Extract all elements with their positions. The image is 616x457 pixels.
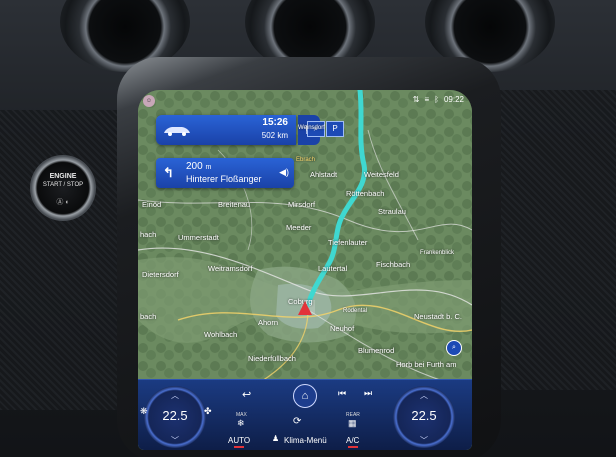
rear-defrost-icon[interactable]: ▦ xyxy=(348,418,357,429)
infotainment-screen: ☺ ⇅ ≡ ᛒ 09:22 15:26 502 km ⚑ ⌕ P ↰ 200 m… xyxy=(138,90,472,450)
map-label-neuhof: Neuhof xyxy=(330,324,355,333)
map-label-fischbach: Fischbach xyxy=(376,260,411,269)
front-defrost-icon[interactable]: ❄ xyxy=(237,418,245,429)
speaker-icon[interactable]: ◀) xyxy=(279,167,289,178)
map-label-ahorn: Ahorn xyxy=(258,318,279,327)
eta-time: 15:26 xyxy=(262,117,288,128)
map-label-mirsdorf: Mirsdorf xyxy=(288,200,316,209)
turn-left-icon: ↰ xyxy=(163,165,174,180)
right-temperature: 22.5 xyxy=(411,408,437,423)
previous-track-icon[interactable]: ⏮ xyxy=(338,388,346,399)
climate-bar: ︿ 22.5 ﹀ ❋ ✤ ↩ ⌂ ⏮ ⏭ MAX ❄ ⟳ REAR ▦ AUTO… xyxy=(138,379,472,450)
ac-indicator xyxy=(348,446,358,448)
map-label-einod: Einöd xyxy=(142,200,162,209)
map-label-weitesfeld: Weitesfeld xyxy=(364,170,399,179)
map-label-bach: bach xyxy=(140,312,157,321)
engine-label: ENGINE START / STOP xyxy=(30,173,96,189)
map-label-straulau: Straulau xyxy=(378,207,406,216)
engine-label-line1: ENGINE xyxy=(49,173,77,180)
temp-down-left-icon[interactable]: ﹀ xyxy=(144,435,206,446)
map-label-niederfuellbach: Niederfüllbach xyxy=(248,354,296,363)
map-label-meeder: Meeder xyxy=(286,223,312,232)
current-location-arrow xyxy=(298,301,312,315)
back-icon[interactable]: ↩ xyxy=(242,388,251,401)
engine-label-line2: START / STOP xyxy=(42,182,84,188)
map-label-horb: Horb bei Furth am xyxy=(396,360,457,369)
temp-up-right-icon[interactable]: ︿ xyxy=(393,390,455,401)
signal-icon: ≡ xyxy=(424,95,430,104)
turn-distance: 200 m xyxy=(186,161,211,172)
map-label-bluemenrod: Blumenrod xyxy=(358,346,395,355)
left-temperature: 22.5 xyxy=(162,408,188,423)
auto-button[interactable]: AUTO xyxy=(228,436,250,445)
map-label-roettenbach: Röttenbach xyxy=(346,189,385,198)
map-label-frankenblick: Frankenblick xyxy=(420,250,455,256)
map-label-weitramsdorf: Weitramsdorf xyxy=(208,264,253,273)
turn-guidance-card[interactable]: ↰ 200 m Hinterer Floßanger ◀) xyxy=(156,158,294,188)
engine-sub-icons: Ⓐ ◐ xyxy=(56,199,70,206)
clock: 09:22 xyxy=(443,95,464,104)
car-interior: ENGINE START / STOP Ⓐ ◐ ☺ ⇅ ≡ ᛒ 09:22 15… xyxy=(0,0,616,457)
map-label-dietersdorf: Dietersdorf xyxy=(142,270,179,279)
map-label-weinsdorf: Weinsdorf xyxy=(298,125,325,131)
climate-person-icon: ♟ xyxy=(272,434,280,443)
right-temperature-knob[interactable]: ︿ 22.5 ﹀ xyxy=(393,386,455,448)
ac-button[interactable]: A/C xyxy=(346,436,359,445)
navigation-status-icon: ⇅ xyxy=(412,95,420,104)
map-label-neustadt: Neustadt b. C. xyxy=(414,312,462,321)
map-label-lautertal: Lautertal xyxy=(318,264,348,273)
parking-icon[interactable]: P xyxy=(326,121,344,137)
turn-distance-value: 200 xyxy=(186,161,203,172)
fan-left-icon[interactable]: ✤ xyxy=(204,406,212,417)
temp-down-right-icon[interactable]: ﹀ xyxy=(393,435,455,446)
recirculation-icon[interactable]: ⟳ xyxy=(293,416,301,427)
engine-start-stop-button[interactable]: ENGINE START / STOP Ⓐ ◐ xyxy=(30,155,96,221)
route-summary-card[interactable]: 15:26 502 km xyxy=(156,115,296,145)
left-temperature-knob[interactable]: ︿ 22.5 ﹀ xyxy=(144,386,206,448)
map-label-wohlbach: Wohlbach xyxy=(204,330,238,339)
map-label-ebrach: Ebrach xyxy=(296,157,316,163)
street-name: Hinterer Floßanger xyxy=(186,174,262,184)
map-label-rodental: Rodental xyxy=(343,308,368,314)
map-label-ummerstadt: Ummerstadt xyxy=(178,233,219,242)
temp-up-left-icon[interactable]: ︿ xyxy=(144,390,206,401)
remaining-distance: 502 km xyxy=(261,131,288,140)
poi-search-icon[interactable]: ⌕ xyxy=(446,340,462,356)
climate-menu-button[interactable]: Klima-Menü xyxy=(284,436,327,445)
seat-heating-left-icon[interactable]: ❋ xyxy=(140,406,148,417)
car-icon xyxy=(164,127,190,136)
auto-indicator xyxy=(234,446,244,448)
map-label-ahlstadt: Ahlstadt xyxy=(310,170,338,179)
bluetooth-icon: ᛒ xyxy=(434,95,439,104)
next-track-icon[interactable]: ⏭ xyxy=(364,388,372,399)
home-button[interactable]: ⌂ xyxy=(293,384,317,408)
status-bar: ⇅ ≡ ᛒ 09:22 xyxy=(413,95,464,104)
map-label-breitenau: Breitenau xyxy=(218,200,251,209)
map-label-tiefenlauter: Tiefenlauter xyxy=(328,238,368,247)
map-label-hach: hach xyxy=(140,230,157,239)
turn-distance-unit: m xyxy=(205,164,212,171)
profile-icon[interactable]: ☺ xyxy=(143,95,155,107)
